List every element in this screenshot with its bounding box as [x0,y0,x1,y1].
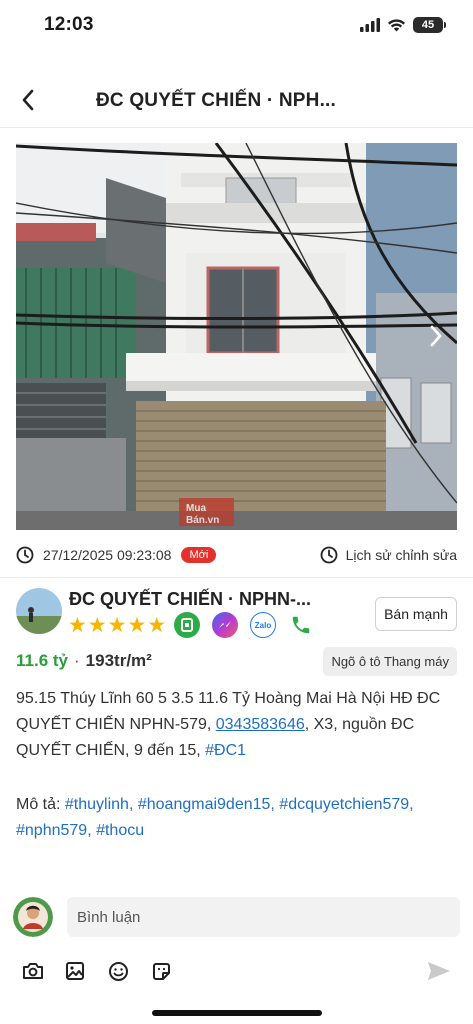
star-icon: ★ [127,614,147,637]
home-indicator [152,1010,322,1016]
avatar-image [13,897,53,937]
status-icons: 45 [360,17,446,33]
house-photo-illustration: Mua Bán.vn [16,143,457,530]
edit-history-label: Lịch sử chỉnh sửa [345,547,457,563]
chevron-left-icon [22,89,34,111]
next-photo-button[interactable] [421,319,451,353]
svg-text:Bán.vn: Bán.vn [186,515,219,526]
separator: · [74,651,80,670]
poster-name[interactable]: ĐC QUYẾT CHIẾN · NPHN-... [69,589,311,610]
back-button[interactable] [14,86,42,114]
status-bar: 12:03 45 [0,0,473,56]
rating-stars: ★ ★ ★ ★ ★ [68,615,166,636]
bds-icon[interactable] [174,612,200,638]
zalo-icon[interactable]: Zalo [250,612,276,638]
chevron-right-icon [430,325,442,347]
image-icon [66,962,84,980]
phone-icon[interactable] [288,612,314,638]
price-per-m2: 193tr/m² [85,651,152,670]
clock-icon [16,546,34,564]
user-avatar [13,897,53,937]
listing-mota: Mô tả: #thuylinh, #hoangmai9den15, #dcqu… [16,792,461,844]
hashtag-links[interactable]: #thuylinh, #hoangmai9den15, #dcquyetchie… [16,796,414,839]
star-icon: ★ [107,614,127,637]
phone-link[interactable]: 0343583646 [216,716,305,733]
post-meta-row: 27/12/2025 09:23:08 Mới Lịch sử chỉnh sử… [16,541,457,569]
new-badge: Mới [181,547,217,563]
edit-history-link[interactable]: Lịch sử chỉnh sửa [320,541,457,569]
send-button[interactable] [426,958,452,984]
contact-icons: Zalo [174,612,314,638]
price: 11.6 tỷ [16,651,68,670]
feature-tags: Ngõ ô tô Thang máy [323,647,457,676]
post-timestamp: 27/12/2025 09:23:08 [43,547,172,563]
price-row: 11.6 tỷ · 193tr/m² [16,651,152,671]
divider [0,577,473,578]
camera-icon [23,963,43,979]
star-icon: ★ [68,614,87,637]
star-icon: ★ [87,614,107,637]
smiley-icon [108,961,128,981]
listing-description: 95.15 Thúy Lĩnh 60 5 3.5 11.6 Tỷ Hoàng M… [16,686,461,764]
battery-icon: 45 [413,17,446,33]
ban-manh-button[interactable]: Bán mạnh [375,597,457,631]
top-nav-bar: ĐC QUYẾT CHIẾN · NPH... [0,72,473,128]
emoji-button[interactable] [105,958,131,984]
image-button[interactable] [62,958,88,984]
poster-avatar[interactable] [16,588,62,634]
sticker-icon [152,962,170,980]
svg-text:Mua: Mua [186,503,206,514]
page-title: ĐC QUYẾT CHIẾN · NPH... [96,90,337,111]
star-icon: ★ [147,614,167,637]
cellular-signal-icon [360,18,380,32]
messenger-icon[interactable] [212,612,238,638]
comment-toolbar [0,958,473,984]
status-time: 12:03 [44,14,94,35]
mota-label: Mô tả: [16,796,65,813]
wifi-icon [388,19,405,32]
camera-button[interactable] [20,958,46,984]
avatar-image [16,588,62,634]
listing-photo[interactable]: Mua Bán.vn [16,143,457,530]
send-icon [428,962,450,980]
hashtag-link[interactable]: #ĐC1 [205,742,246,759]
history-icon [320,546,338,564]
zalo-label: Zalo [254,620,272,630]
comment-input[interactable]: Bình luận [67,897,460,937]
sticker-button[interactable] [148,958,174,984]
